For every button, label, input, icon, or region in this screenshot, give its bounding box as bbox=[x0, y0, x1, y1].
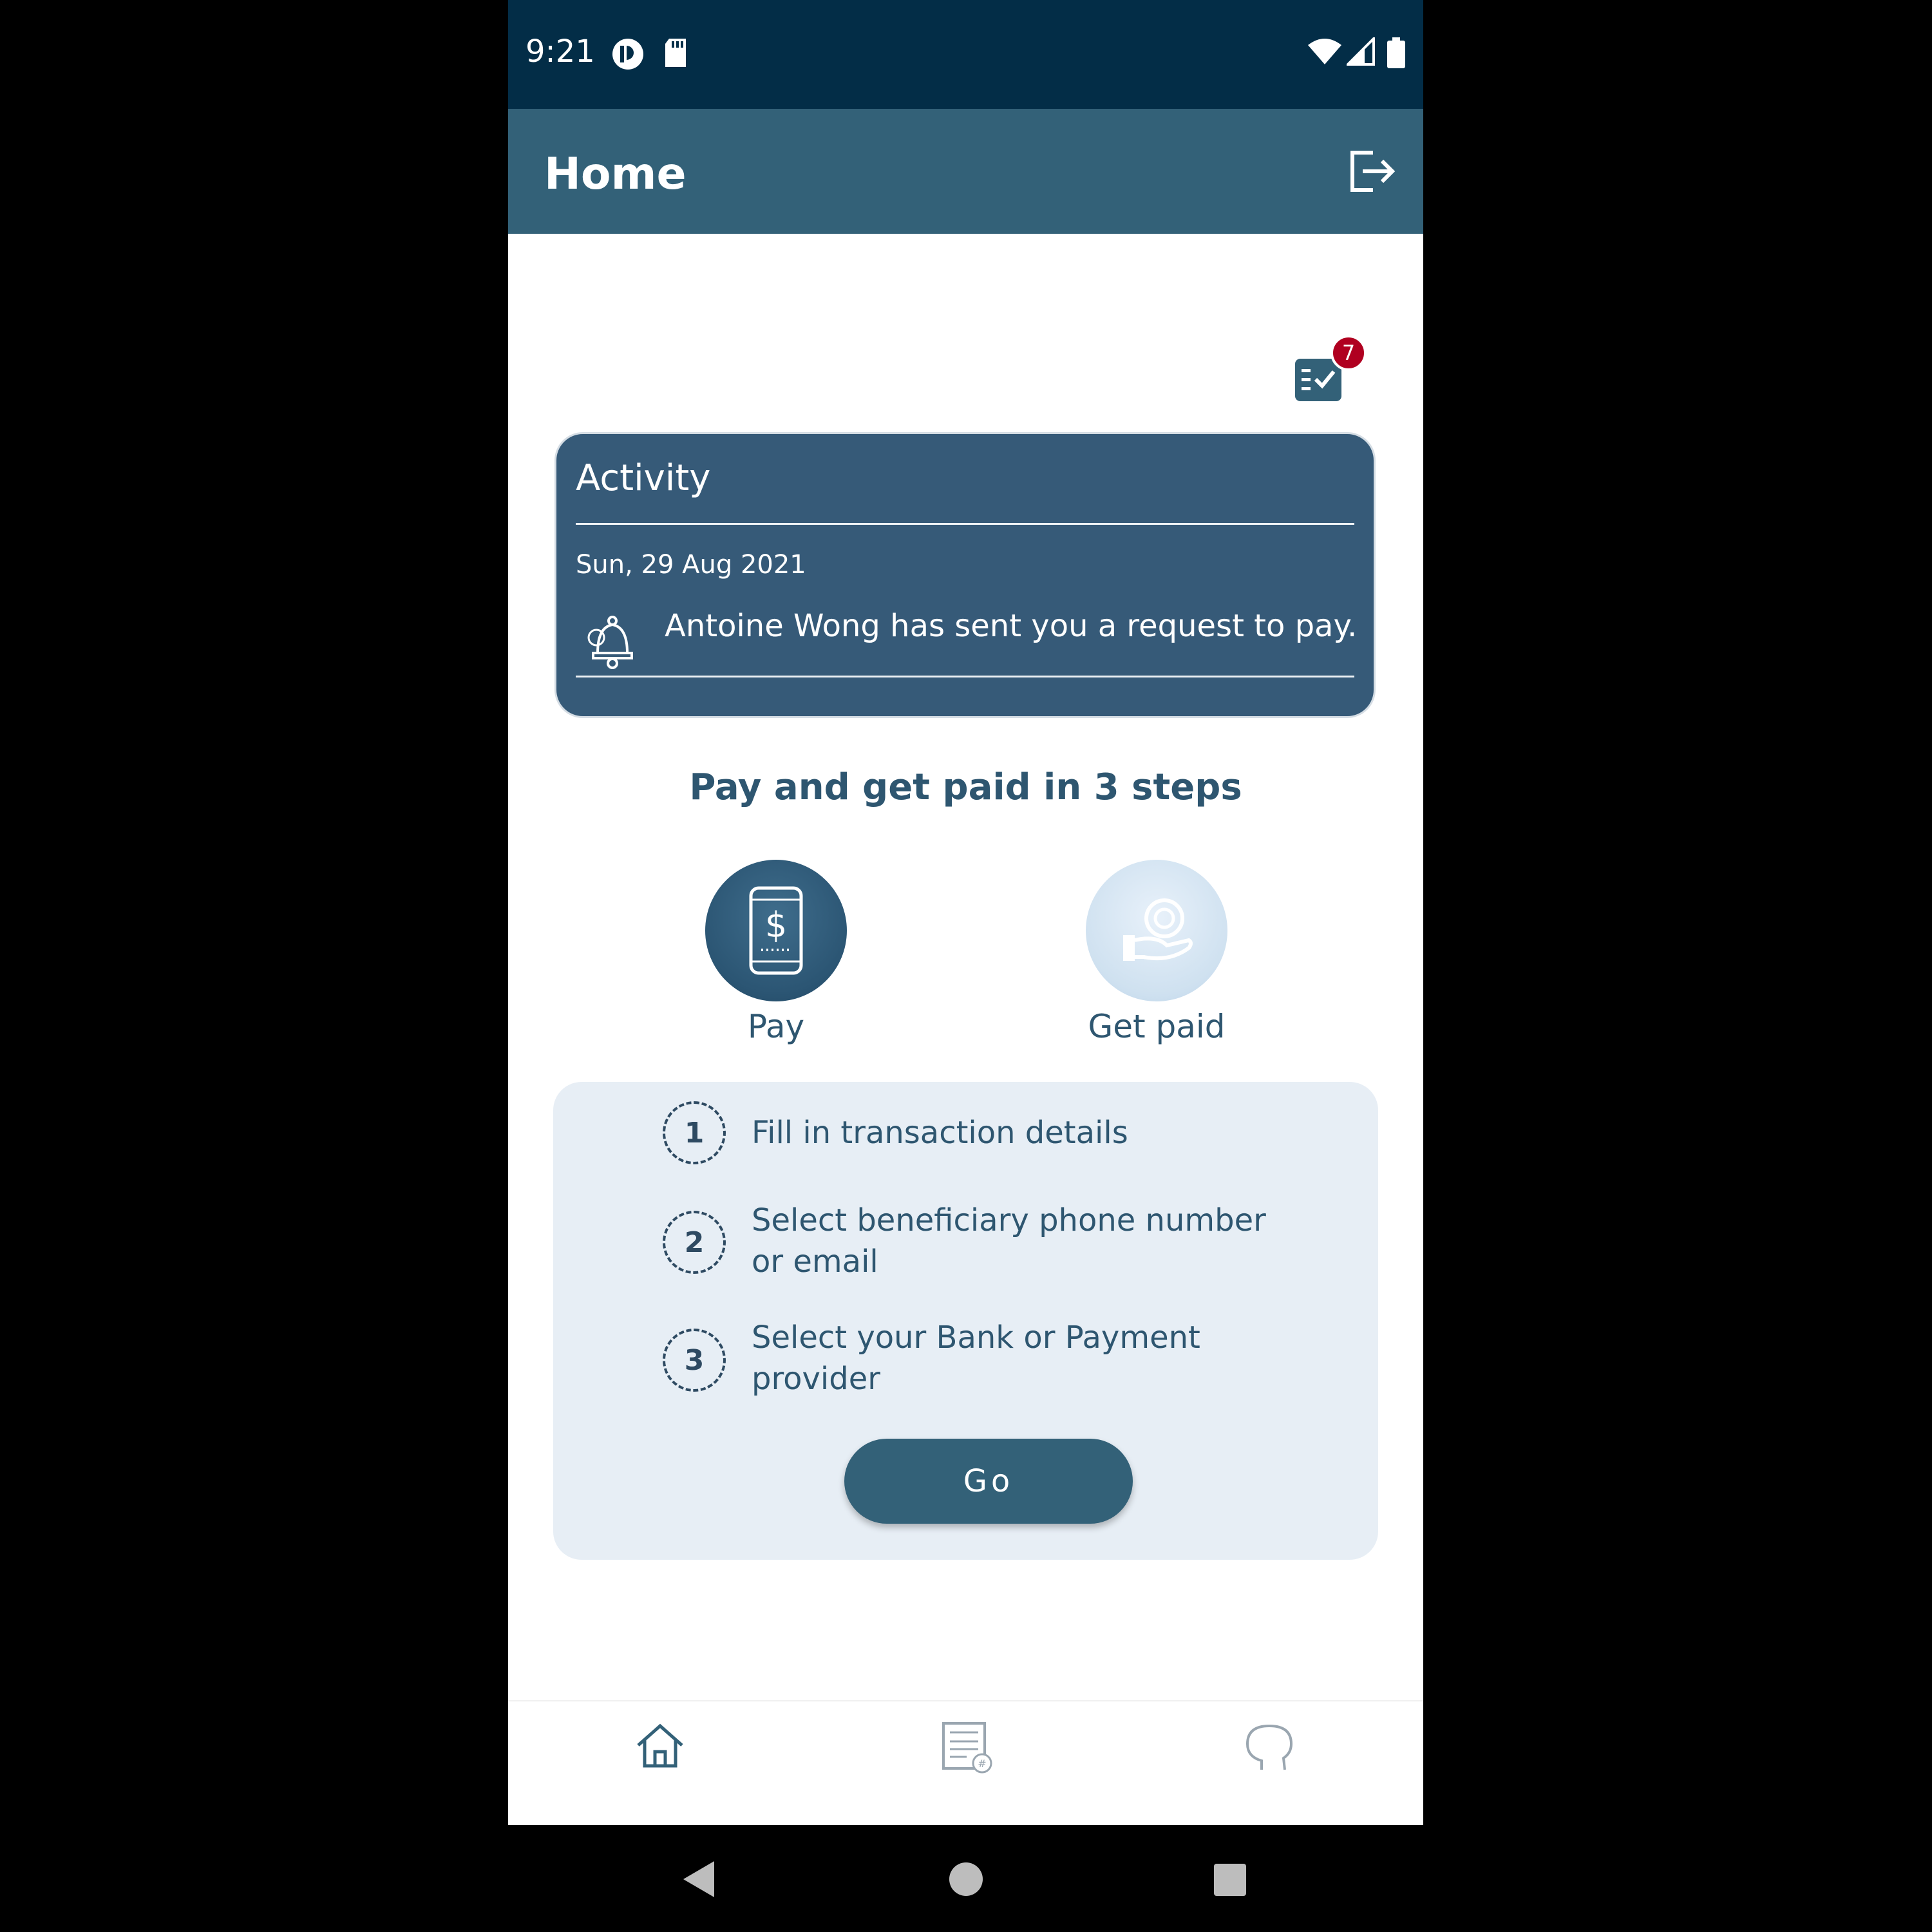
activity-date: Sun, 29 Aug 2021 bbox=[576, 550, 806, 580]
step-text: Select beneficiary phone number or email bbox=[752, 1202, 1266, 1280]
bottom-navigation: # bbox=[508, 1700, 1423, 1826]
page-title: Home bbox=[544, 149, 687, 200]
transactions-icon[interactable]: # bbox=[941, 1721, 995, 1775]
battery-icon bbox=[1387, 37, 1405, 68]
checklist-icon bbox=[1295, 359, 1341, 401]
step-text: Select your Bank or Payment provider bbox=[752, 1320, 1200, 1397]
get-paid-label: Get paid bbox=[1088, 1008, 1226, 1045]
step-number: 2 bbox=[663, 1211, 726, 1274]
tasks-button[interactable]: 7 bbox=[1295, 332, 1379, 406]
pay-circle: $ bbox=[705, 860, 847, 1001]
activity-card[interactable]: Activity Sun, 29 Aug 2021 Antoine Wong h… bbox=[554, 432, 1376, 718]
support-icon[interactable] bbox=[1242, 1721, 1296, 1775]
hand-coin-icon bbox=[1123, 898, 1193, 961]
pay-option[interactable]: $ Pay bbox=[679, 860, 873, 1045]
steps-panel: 1 Fill in transaction details 2 Select b… bbox=[553, 1082, 1378, 1560]
go-button[interactable]: Go bbox=[844, 1439, 1133, 1524]
phone-dollar-icon: $ bbox=[749, 886, 803, 975]
get-paid-circle bbox=[1086, 860, 1227, 1001]
back-icon[interactable] bbox=[682, 1860, 718, 1899]
phone-screen: 9:21 Home 7 Activity Sun, 29 Aug 2021 An… bbox=[508, 0, 1423, 1932]
status-bar: 9:21 bbox=[508, 0, 1423, 109]
system-navigation bbox=[508, 1825, 1423, 1932]
divider bbox=[576, 676, 1354, 677]
pay-label: Pay bbox=[747, 1008, 805, 1045]
svg-text:#: # bbox=[978, 1757, 986, 1770]
get-paid-option[interactable]: Get paid bbox=[1060, 860, 1253, 1045]
activity-title: Activity bbox=[576, 457, 711, 499]
recents-icon[interactable] bbox=[1213, 1862, 1247, 1897]
step-text: Fill in transaction details bbox=[752, 1115, 1128, 1151]
logout-button[interactable] bbox=[1347, 149, 1396, 194]
home-icon[interactable] bbox=[634, 1721, 686, 1772]
home-circle-icon[interactable] bbox=[948, 1861, 984, 1897]
notification-badge: 7 bbox=[1331, 335, 1367, 371]
app-bar: Home bbox=[508, 109, 1423, 234]
bell-icon bbox=[587, 616, 633, 669]
cell-signal-icon bbox=[1347, 37, 1375, 66]
status-time: 9:21 bbox=[526, 33, 595, 70]
wifi-icon bbox=[1308, 39, 1341, 64]
divider bbox=[576, 523, 1354, 525]
step-number: 3 bbox=[663, 1329, 726, 1392]
activity-message: Antoine Wong has sent you a request to p… bbox=[665, 608, 1358, 644]
svg-text:$: $ bbox=[765, 905, 787, 945]
step-number: 1 bbox=[663, 1101, 726, 1164]
steps-title: Pay and get paid in 3 steps bbox=[689, 766, 1242, 808]
sd-card-icon bbox=[665, 39, 686, 67]
media-icon bbox=[612, 39, 643, 70]
